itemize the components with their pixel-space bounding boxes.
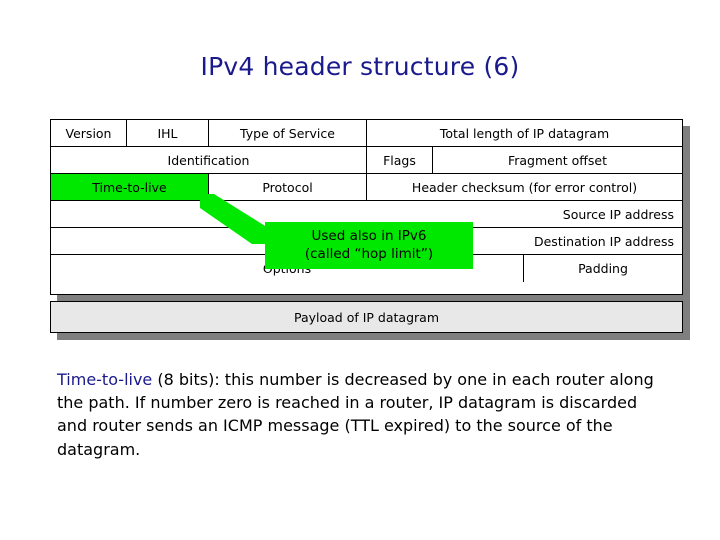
callout-ipv6-note: Used also in IPv6 (called “hop limit”) bbox=[265, 222, 473, 269]
field-header-checksum: Header checksum (for error control) bbox=[411, 179, 638, 195]
explanation-paragraph: Time-to-live (8 bits): this number is de… bbox=[57, 368, 667, 461]
field-protocol: Protocol bbox=[209, 174, 367, 200]
field-flags: Flags bbox=[367, 147, 433, 173]
page-title: IPv4 header structure (6) bbox=[200, 52, 520, 81]
table-row: Time-to-live Protocol Header checksum (f… bbox=[51, 174, 682, 201]
field-padding: Padding bbox=[578, 261, 628, 276]
note-term-time-to-live: Time-to-live bbox=[57, 370, 153, 389]
field-time-to-live: Time-to-live bbox=[51, 174, 209, 200]
callout-line-1: Used also in IPv6 bbox=[311, 228, 427, 245]
callout-line-2: (called “hop limit”) bbox=[304, 245, 434, 262]
table-row: Identification Flags Fragment offset bbox=[51, 147, 682, 174]
field-fragment-offset: Fragment offset bbox=[507, 152, 608, 168]
field-version: Version bbox=[51, 120, 127, 146]
field-payload: Payload of IP datagram bbox=[50, 301, 683, 333]
field-total-length: Total length of IP datagram bbox=[439, 125, 610, 141]
field-type-of-service: Type of Service bbox=[209, 120, 367, 146]
ipv4-header-diagram: Version IHL Type of Service Total length… bbox=[50, 119, 690, 340]
table-row: Version IHL Type of Service Total length… bbox=[51, 120, 682, 147]
field-ihl: IHL bbox=[127, 120, 209, 146]
field-identification: Identification bbox=[51, 147, 367, 173]
